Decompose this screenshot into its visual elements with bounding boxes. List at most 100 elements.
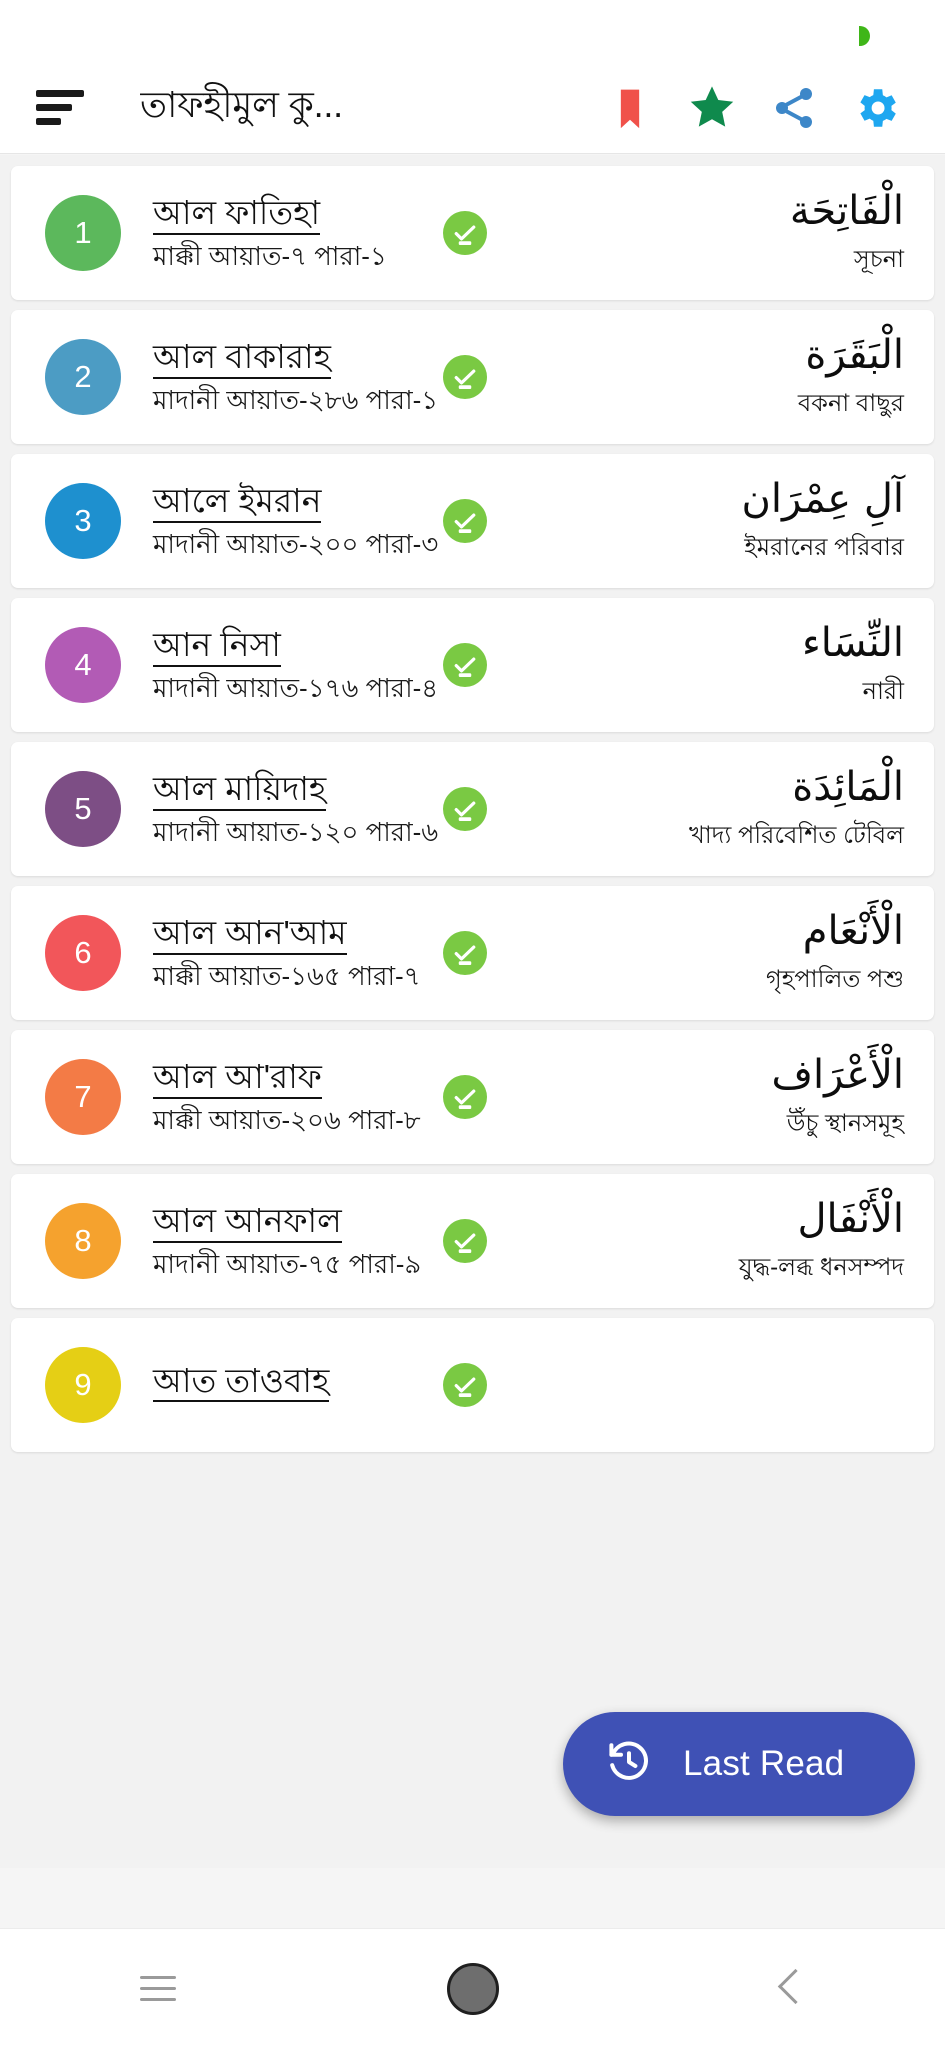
- recents-menu-icon: [139, 1975, 176, 2002]
- surah-name: আল আনফাল: [153, 1202, 342, 1243]
- last-read-label: Last Read: [683, 1744, 845, 1783]
- share-icon[interactable]: [753, 67, 835, 149]
- surah-list[interactable]: 1 আল ফাতিহা মাক্কী আয়াত-৭ পারা-১ الْفَا…: [0, 155, 945, 1868]
- surah-arabic-block: الْفَاتِحَة সূচনা: [790, 186, 912, 281]
- surah-number-badge: 2: [45, 339, 121, 415]
- list-item[interactable]: 1 আল ফাতিহা মাক্কী আয়াত-৭ পারা-১ الْفَا…: [11, 166, 934, 300]
- surah-number-badge: 6: [45, 915, 121, 991]
- surah-arabic-name: النِّسَاء: [801, 619, 904, 666]
- app-bar: তাফহীমুল কু...: [0, 62, 945, 154]
- notification-dot-icon: [859, 26, 870, 46]
- surah-meaning: গৃহপালিত পশু: [766, 965, 904, 993]
- list-item[interactable]: 6 আল আন'আম মাক্কী আয়াত-১৬৫ পারা-৭ الْأَ…: [11, 886, 934, 1020]
- surah-arabic-name: الْأَنْفَال: [797, 1195, 904, 1242]
- list-item[interactable]: 8 আল আনফাল মাদানী আয়াত-৭৫ পারা-৯ الْأَن…: [11, 1174, 934, 1308]
- surah-name: আত তাওবাহ: [153, 1362, 330, 1403]
- surah-meaning: সূচনা: [853, 245, 904, 273]
- surah-meaning: ইমরানের পরিবার: [744, 533, 904, 561]
- read-status-check-icon[interactable]: [443, 211, 487, 255]
- surah-arabic-name: الْأَعْرَاف: [771, 1051, 904, 1098]
- surah-meta: মাক্কী আয়াত-১৬৫ পারা-৭: [153, 960, 421, 991]
- home-circle-icon: [446, 1962, 499, 2015]
- read-status-check-icon[interactable]: [443, 1363, 487, 1407]
- surah-number-badge: 5: [45, 771, 121, 847]
- system-navigation-bar: [0, 1928, 945, 2048]
- surah-info: আল আনফাল মাদানী আয়াত-৭৫ পারা-৯: [153, 1202, 422, 1280]
- bookmark-icon[interactable]: [589, 67, 671, 149]
- read-status-check-icon[interactable]: [443, 787, 487, 831]
- hamburger-menu-icon[interactable]: [36, 88, 88, 128]
- surah-arabic-block: الْأَنْعَام গৃহপালিত পশু: [766, 906, 912, 1001]
- history-clock-icon: [605, 1738, 653, 1791]
- surah-arabic-block: الْأَعْرَاف উঁচু স্থানসমূহ: [772, 1050, 912, 1145]
- surah-name: আল আ'রাফ: [153, 1058, 322, 1099]
- surah-arabic-name: الْمَائِدَة: [792, 763, 904, 810]
- read-status-check-icon[interactable]: [443, 355, 487, 399]
- list-item[interactable]: 9 আত তাওবাহ: [11, 1318, 934, 1452]
- surah-meaning: যুদ্ধ-লব্ধ ধনসম্পদ: [738, 1253, 904, 1281]
- surah-meaning: খাদ্য পরিবেশিত টেবিল: [689, 821, 904, 849]
- surah-info: আল মায়িদাহ মাদানী আয়াত-১২০ পারা-৬: [153, 770, 439, 848]
- surah-meta: মাদানী আয়াত-১২০ পারা-৬: [153, 816, 439, 847]
- surah-arabic-block: الْمَائِدَة খাদ্য পরিবেশিত টেবিল: [689, 762, 912, 857]
- surah-name: আল বাকারাহ: [153, 338, 331, 379]
- page-title: তাফহীমুল কু...: [140, 83, 343, 125]
- back-chevron-icon: [775, 1968, 801, 2010]
- surah-info: আল বাকারাহ মাদানী আয়াত-২৮৬ পারা-১: [153, 338, 439, 416]
- status-bar: [0, 0, 945, 62]
- read-status-check-icon[interactable]: [443, 499, 487, 543]
- surah-info: আলে ইমরান মাদানী আয়াত-২০০ পারা-৩: [153, 482, 439, 560]
- list-item[interactable]: 4 আন নিসা মাদানী আয়াত-১৭৬ পারা-৪ النِّس…: [11, 598, 934, 732]
- surah-meta: মাক্কী আয়াত-২০৬ পারা-৮: [153, 1104, 421, 1135]
- read-status-check-icon[interactable]: [443, 1219, 487, 1263]
- surah-arabic-name: الْبَقَرَة: [805, 331, 904, 378]
- surah-meaning: নারী: [862, 677, 904, 705]
- app-bar-actions: [589, 67, 917, 149]
- list-item[interactable]: 2 আল বাকারাহ মাদানী আয়াত-২৮৬ পারা-১ الْ…: [11, 310, 934, 444]
- surah-number-badge: 9: [45, 1347, 121, 1423]
- surah-arabic-block: [904, 1383, 912, 1388]
- surah-number-badge: 3: [45, 483, 121, 559]
- surah-arabic-name: آلِ عِمْرَان: [741, 475, 904, 522]
- surah-info: আল আ'রাফ মাক্কী আয়াত-২০৬ পারা-৮: [153, 1058, 421, 1136]
- surah-number-badge: 4: [45, 627, 121, 703]
- surah-info: আল ফাতিহা মাক্কী আয়াত-৭ পারা-১: [153, 194, 415, 272]
- surah-arabic-name: الْأَنْعَام: [802, 907, 904, 954]
- recents-button[interactable]: [88, 1929, 228, 2048]
- list-item[interactable]: 7 আল আ'রাফ মাক্কী আয়াত-২০৬ পারা-৮ الْأَ…: [11, 1030, 934, 1164]
- home-button[interactable]: [403, 1929, 543, 2048]
- surah-info: আন নিসা মাদানী আয়াত-১৭৬ পারা-৪: [153, 626, 439, 704]
- list-item[interactable]: 3 আলে ইমরান মাদানী আয়াত-২০০ পারা-৩ آلِ …: [11, 454, 934, 588]
- surah-arabic-block: النِّسَاء নারী: [802, 618, 912, 713]
- surah-name: আলে ইমরান: [153, 482, 322, 523]
- star-icon[interactable]: [671, 67, 753, 149]
- surah-arabic-name: الْفَاتِحَة: [789, 187, 904, 234]
- surah-number-badge: 7: [45, 1059, 121, 1135]
- surah-meta: মাদানী আয়াত-৭৫ পারা-৯: [153, 1248, 422, 1279]
- surah-number-badge: 8: [45, 1203, 121, 1279]
- list-item[interactable]: 5 আল মায়িদাহ মাদানী আয়াত-১২০ পারা-৬ ال…: [11, 742, 934, 876]
- settings-gear-icon[interactable]: [835, 67, 917, 149]
- surah-meta: মাক্কী আয়াত-৭ পারা-১: [153, 240, 387, 271]
- surah-meaning: উঁচু স্থানসমূহ: [786, 1109, 904, 1137]
- read-status-check-icon[interactable]: [443, 931, 487, 975]
- surah-arabic-block: الْأَنْفَال যুদ্ধ-লব্ধ ধনসম্পদ: [739, 1194, 912, 1289]
- surah-arabic-block: آلِ عِمْرَان ইমরানের পরিবার: [742, 474, 912, 569]
- app-screen: তাফহীমুল কু... 1 আল ফাতিহা মাক্কী আয়াত-…: [0, 0, 945, 2048]
- read-status-check-icon[interactable]: [443, 1075, 487, 1119]
- surah-name: আল ফাতিহা: [153, 194, 321, 235]
- surah-meta: মাদানী আয়াত-২০০ পারা-৩: [153, 528, 439, 559]
- surah-name: আল আন'আম: [153, 914, 347, 955]
- surah-number-badge: 1: [45, 195, 121, 271]
- back-button[interactable]: [718, 1929, 858, 2048]
- read-status-check-icon[interactable]: [443, 643, 487, 687]
- surah-arabic-block: الْبَقَرَة বকনা বাছুর: [798, 330, 912, 425]
- surah-name: আন নিসা: [153, 626, 281, 667]
- surah-meaning: বকনা বাছুর: [797, 389, 904, 417]
- surah-info: আল আন'আম মাক্কী আয়াত-১৬৫ পারা-৭: [153, 914, 421, 992]
- last-read-button[interactable]: Last Read: [563, 1712, 915, 1816]
- surah-info: আত তাওবাহ: [153, 1362, 415, 1409]
- surah-meta: মাদানী আয়াত-২৮৬ পারা-১: [153, 384, 439, 415]
- surah-meta: মাদানী আয়াত-১৭৬ পারা-৪: [153, 672, 439, 703]
- surah-name: আল মায়িদাহ: [153, 770, 327, 811]
